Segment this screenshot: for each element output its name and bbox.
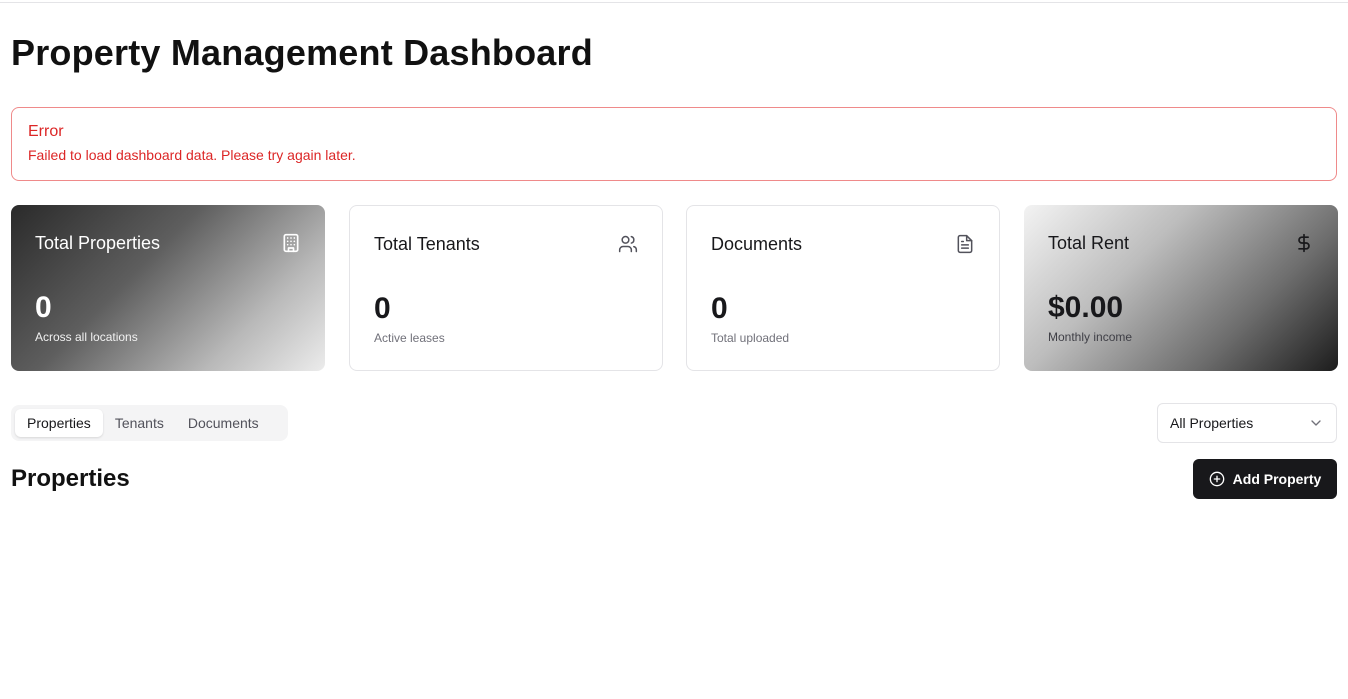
stat-card-value: 0 <box>711 292 728 325</box>
stat-card-title: Total Properties <box>35 233 161 253</box>
dollar-icon <box>1298 233 1310 253</box>
file-text-icon <box>957 234 973 254</box>
stat-card-total-tenants: Total Tenants 0 Active leases <box>349 205 663 371</box>
top-divider <box>0 2 1348 3</box>
error-title: Error <box>28 123 64 140</box>
building-icon <box>283 233 299 253</box>
tab-tenants[interactable]: Tenants <box>103 409 176 437</box>
section-title: Properties <box>11 465 130 492</box>
tab-documents[interactable]: Documents <box>176 409 271 437</box>
stat-card-value: $0.00 <box>1048 291 1124 324</box>
add-property-label: Add Property <box>1232 471 1322 487</box>
stat-card-title: Total Rent <box>1048 233 1130 253</box>
error-message: Failed to load dashboard data. Please tr… <box>28 147 356 163</box>
users-icon <box>618 235 638 253</box>
stat-card-value: 0 <box>35 291 52 324</box>
property-filter-value: All Properties <box>1170 415 1254 431</box>
stat-card-subtitle: Across all locations <box>35 330 138 344</box>
stat-card-total-properties: Total Properties 0 Across all locations <box>11 205 325 371</box>
stat-card-value: 0 <box>374 292 391 325</box>
page-title: Property Management Dashboard <box>11 32 593 73</box>
stat-card-total-rent: Total Rent $0.00 Monthly income <box>1024 205 1338 371</box>
stat-card-documents: Documents 0 Total uploaded <box>686 205 1000 371</box>
tab-properties[interactable]: Properties <box>15 409 103 437</box>
stat-card-title: Total Tenants <box>374 234 480 254</box>
stat-card-subtitle: Monthly income <box>1048 330 1133 344</box>
add-property-button[interactable]: Add Property <box>1193 459 1337 499</box>
chevron-down-icon <box>1311 420 1321 426</box>
error-alert: Error Failed to load dashboard data. Ple… <box>11 107 1337 181</box>
property-filter-select[interactable]: All Properties <box>1157 403 1337 443</box>
stat-card-subtitle: Active leases <box>374 331 445 345</box>
stat-card-title: Documents <box>711 234 803 254</box>
plus-circle-icon <box>1209 471 1224 487</box>
stat-card-subtitle: Total uploaded <box>711 331 790 345</box>
tab-list: Properties Tenants Documents <box>11 405 288 441</box>
